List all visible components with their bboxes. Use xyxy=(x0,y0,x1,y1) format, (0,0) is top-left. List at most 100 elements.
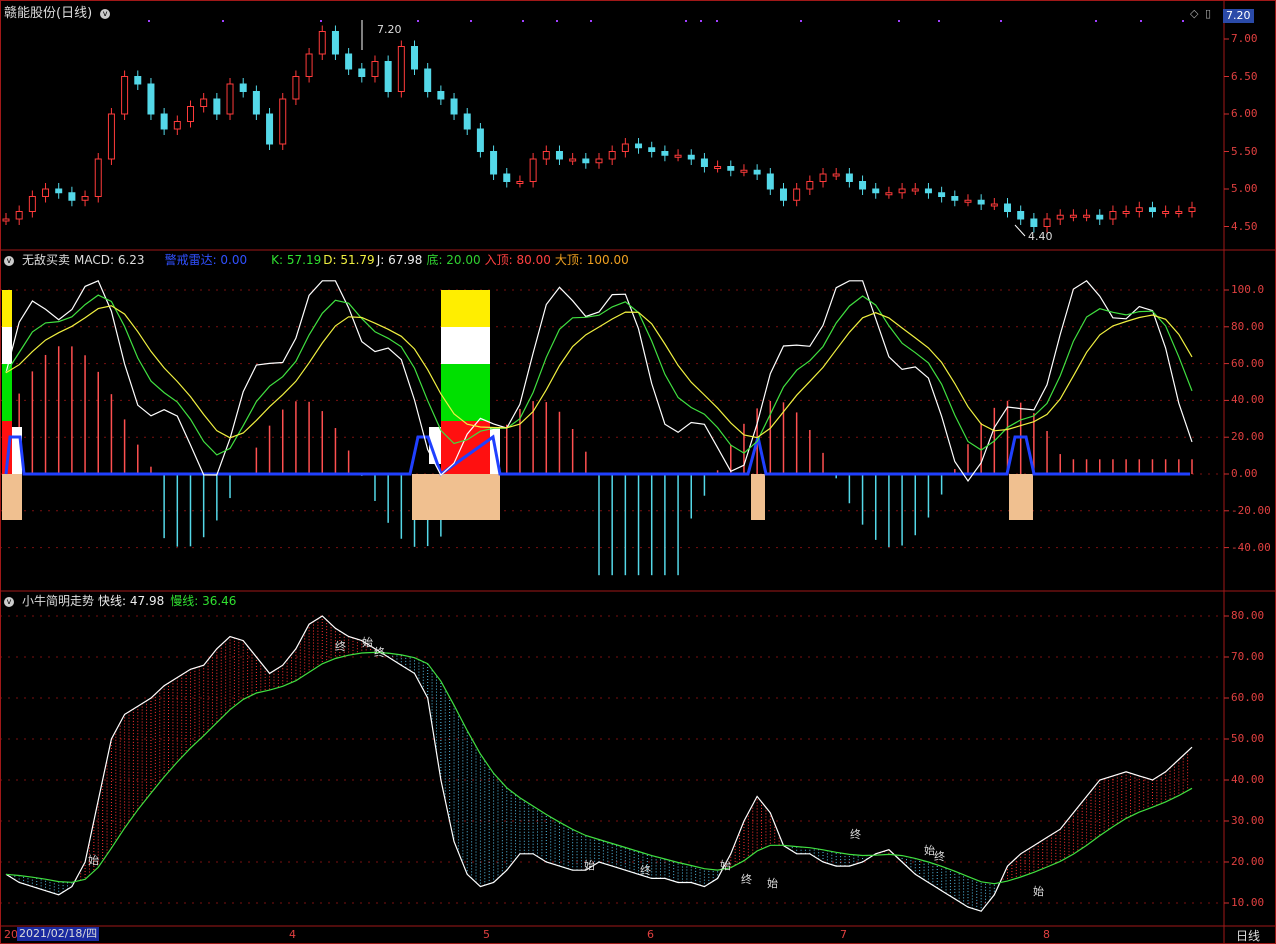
chart-canvas[interactable] xyxy=(0,0,1276,944)
slow-line-value: 慢线: 36.46 xyxy=(170,594,237,608)
candle-body xyxy=(1175,211,1183,214)
fast-line xyxy=(5,615,1193,912)
indicator3-name: 小牛简明走势 xyxy=(22,594,95,608)
candle-body xyxy=(384,61,392,92)
candle-body xyxy=(424,68,432,92)
candle-body xyxy=(292,76,300,100)
trend-signal-label: 始 xyxy=(767,877,778,890)
candle-body xyxy=(1069,214,1077,218)
candle-body xyxy=(305,53,313,77)
candle-body xyxy=(252,91,260,115)
signal-dot xyxy=(1140,20,1142,22)
candle-body xyxy=(740,169,748,173)
candle-body xyxy=(463,113,471,130)
candle-body xyxy=(239,83,247,92)
trend-signal-label: 始 xyxy=(720,859,731,872)
kdj-j-line xyxy=(5,280,1193,483)
settings-circle-icon[interactable]: v xyxy=(100,8,111,19)
indicator-menu-icon[interactable]: v xyxy=(4,255,14,266)
candle-body xyxy=(582,158,590,164)
candle-body xyxy=(173,121,181,130)
trend-signal-label: 终 xyxy=(374,646,385,659)
signal-dot xyxy=(470,20,472,22)
candle-body xyxy=(753,169,761,175)
candle-body xyxy=(476,128,484,152)
signal-block xyxy=(412,474,500,520)
candle-body xyxy=(529,158,537,182)
panel1-y-tick: 5.00 xyxy=(1231,182,1258,195)
candle-body xyxy=(608,151,616,160)
candle-body xyxy=(490,151,498,175)
candle-body xyxy=(621,143,629,152)
signal-block xyxy=(2,327,12,364)
signal-dot xyxy=(522,20,524,22)
panel-toggle-icon[interactable]: ▯ xyxy=(1205,7,1211,20)
candle-body xyxy=(134,76,142,85)
trend-signal-label: 始 xyxy=(88,854,99,867)
candle-body xyxy=(331,31,339,55)
candle-body xyxy=(94,158,102,197)
panel3-y-tick: 40.00 xyxy=(1231,773,1265,786)
candle-body xyxy=(806,181,814,190)
indicator-name: 无敌买卖 xyxy=(22,253,71,267)
candle-body xyxy=(700,158,708,167)
diamond-icon[interactable]: ◇ xyxy=(1190,7,1198,20)
d-value: D: 51.79 xyxy=(323,253,375,267)
trend-signal-label: 终 xyxy=(640,864,651,877)
signal-dot xyxy=(716,20,718,22)
candle-body xyxy=(1004,203,1012,212)
signal-dot xyxy=(556,20,558,22)
low-marker xyxy=(1014,224,1026,237)
panel2-y-tick: 80.00 xyxy=(1231,319,1265,333)
trend-signal-label: 终 xyxy=(934,850,945,863)
stock-title: 赣能股份(日线) xyxy=(4,6,93,21)
panel2-y-tick: 0.00 xyxy=(1231,467,1258,480)
candle-body xyxy=(990,203,998,207)
signal-dot xyxy=(938,20,940,22)
candle-body xyxy=(371,61,379,77)
candle-body xyxy=(318,31,326,55)
indicator3-menu-icon[interactable]: v xyxy=(4,596,14,607)
panel3-y-tick: 50.00 xyxy=(1231,732,1265,745)
signal-block xyxy=(2,290,12,327)
warn-radar-line xyxy=(4,434,1190,477)
trend-signal-label: 始 xyxy=(584,859,595,872)
candle-body xyxy=(793,188,801,201)
candle-body xyxy=(819,173,827,182)
candle-body xyxy=(358,68,366,77)
k-value: K: 57.19 xyxy=(271,253,322,267)
signal-dot xyxy=(800,20,802,22)
trend-signal-label: 始 xyxy=(362,636,373,649)
candle-body xyxy=(68,192,76,201)
candle-body xyxy=(714,166,722,169)
trend-signal-label: 终 xyxy=(741,873,752,886)
panel3-header: v 小牛简明走势 快线: 47.98 慢线: 36.46 xyxy=(4,594,244,608)
low-price-label: 4.40 xyxy=(1028,230,1053,243)
candle-body xyxy=(200,98,208,107)
x-month-8: 8 xyxy=(1043,928,1050,941)
candle-body xyxy=(1096,214,1104,220)
candle-body xyxy=(1083,214,1091,218)
period-label[interactable]: 日线 xyxy=(1236,927,1260,944)
candle-body xyxy=(779,188,787,201)
candle-body xyxy=(1017,211,1025,220)
outer-frame xyxy=(0,0,1276,944)
candle-body xyxy=(661,151,669,156)
cursor-date-box: 2021/02/18/四 xyxy=(17,927,100,941)
candle-body xyxy=(15,211,23,220)
kdj-d-line xyxy=(5,305,1193,439)
candle-body xyxy=(635,143,643,149)
candle-body xyxy=(147,83,155,115)
j-value: J: 67.98 xyxy=(376,253,423,267)
candle-body xyxy=(437,91,445,100)
candle-body xyxy=(1188,207,1196,212)
candle-body xyxy=(1056,214,1064,220)
current-price-tag: 7.20 xyxy=(1223,9,1254,23)
panel1-y-tick: 5.50 xyxy=(1231,144,1258,158)
candle-body xyxy=(516,181,524,184)
fast-line-value: 快线: 47.98 xyxy=(98,594,165,608)
signal-block xyxy=(751,474,765,520)
candle-body xyxy=(648,147,656,152)
signal-dot xyxy=(222,20,224,22)
candle-body xyxy=(160,113,168,130)
